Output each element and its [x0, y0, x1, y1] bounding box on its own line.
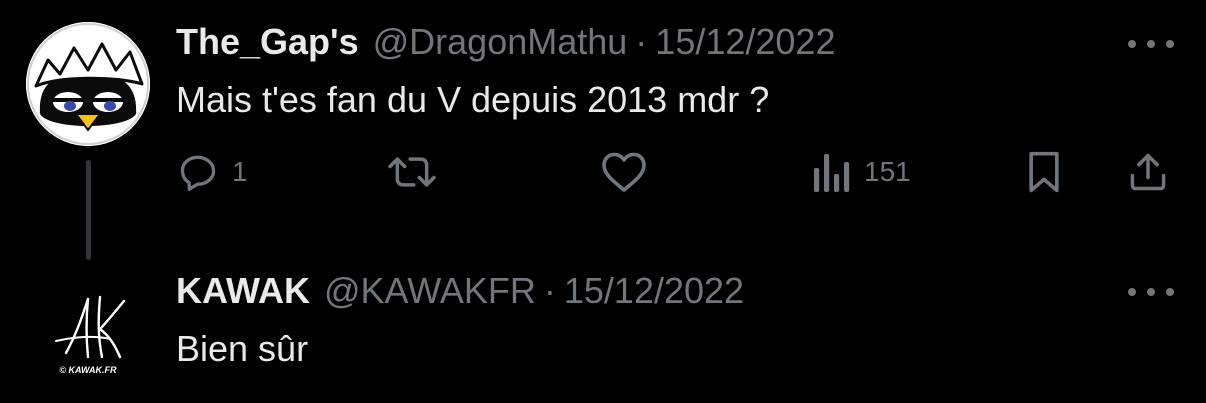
- user-handle[interactable]: @KAWAKFR: [324, 270, 536, 312]
- more-options-icon[interactable]: [1128, 282, 1174, 302]
- display-name[interactable]: KAWAK: [176, 270, 310, 312]
- separator-dot: ·: [543, 270, 556, 311]
- tweet-text: Bien sûr: [176, 328, 309, 369]
- tweet-date[interactable]: 15/12/2022: [564, 270, 744, 312]
- tweet-header: KAWAK @KAWAKFR · 15/12/2022: [176, 270, 744, 314]
- tweet-2-content: KAWAK @KAWAKFR · 15/12/2022 Bien sûr: [0, 0, 1206, 401]
